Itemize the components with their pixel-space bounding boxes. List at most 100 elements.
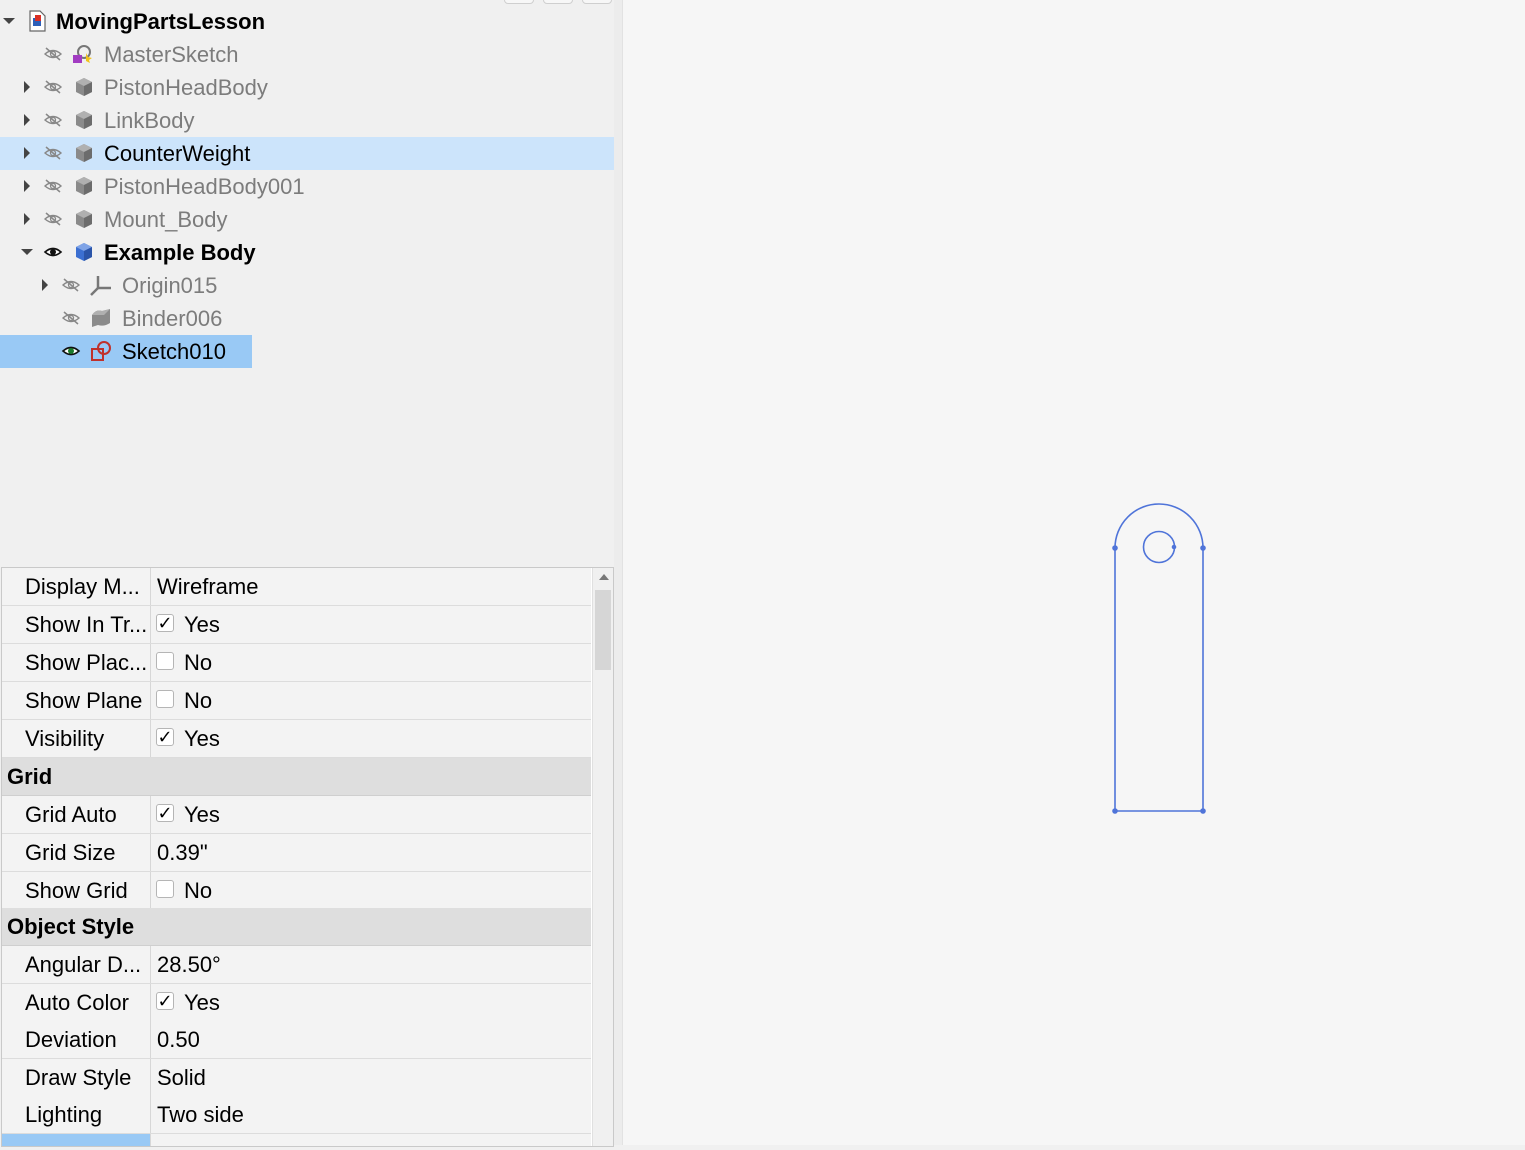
- property-name: Deviation: [25, 1027, 117, 1052]
- checkbox-unchecked[interactable]: [156, 690, 174, 708]
- property-value[interactable]: Wireframe: [157, 574, 258, 600]
- property-value[interactable]: 28.50°: [157, 952, 221, 978]
- checkbox-checked[interactable]: ✓: [156, 614, 174, 632]
- property-row[interactable]: Visibility ✓ Yes: [2, 720, 591, 758]
- binder-icon: [92, 309, 110, 327]
- property-value: Yes: [184, 612, 220, 637]
- property-row[interactable]: Grid Size 0.39": [2, 834, 591, 872]
- property-value[interactable]: Solid: [157, 1065, 206, 1091]
- body-icon: [76, 144, 92, 162]
- property-group-object-style[interactable]: Object Style: [2, 908, 591, 946]
- tree-item-sketch[interactable]: Sketch010: [0, 335, 614, 368]
- property-row[interactable]: Deviation 0.50: [2, 1021, 591, 1059]
- property-value[interactable]: 0.50: [157, 1027, 200, 1053]
- document-icon: [29, 10, 46, 32]
- expand-arrow-icon[interactable]: [24, 114, 30, 126]
- property-row[interactable]: Grid Auto ✓ Yes: [2, 796, 591, 834]
- checkbox-checked[interactable]: ✓: [156, 992, 174, 1010]
- checkbox-unchecked[interactable]: [156, 652, 174, 670]
- tree-item-mount-body[interactable]: Mount_Body: [0, 203, 614, 236]
- sketch-icon: [91, 341, 111, 361]
- eye-hidden-icon[interactable]: [43, 111, 63, 129]
- eye-hidden-icon[interactable]: [43, 177, 63, 195]
- property-value: Yes: [184, 726, 220, 751]
- property-row[interactable]: Draw Style Solid: [2, 1059, 591, 1097]
- property-value: No: [184, 688, 213, 713]
- property-name: Show Grid: [25, 878, 128, 903]
- eye-hidden-icon[interactable]: [61, 309, 81, 327]
- checkbox-checked[interactable]: ✓: [156, 804, 174, 822]
- tree-item-label: CounterWeight: [104, 141, 251, 166]
- scroll-up-icon[interactable]: [599, 574, 609, 580]
- active-body-icon: [76, 243, 92, 261]
- property-row[interactable]: Display M... Wireframe: [2, 568, 591, 606]
- collapse-arrow-icon[interactable]: [21, 249, 33, 255]
- checkbox-checked[interactable]: ✓: [156, 728, 174, 746]
- property-name: Show In Tr...: [25, 612, 148, 637]
- property-name: Show Plane: [25, 688, 143, 713]
- property-group-grid[interactable]: Grid: [2, 758, 591, 796]
- property-row-selected[interactable]: [2, 1134, 591, 1146]
- property-value: No: [184, 878, 213, 903]
- tree-item-master-sketch[interactable]: MasterSketch: [0, 38, 614, 71]
- body-icon: [76, 78, 92, 96]
- property-scrollbar[interactable]: [592, 568, 613, 1146]
- tree-item-label: Sketch010: [122, 339, 226, 364]
- sketch-vertices: [1112, 544, 1206, 814]
- eye-hidden-icon[interactable]: [61, 276, 81, 294]
- body-icon: [76, 177, 92, 195]
- tree-item-origin[interactable]: Origin015: [0, 269, 614, 302]
- eye-hidden-icon[interactable]: [43, 210, 63, 228]
- property-row[interactable]: Show Plac... No: [2, 644, 591, 682]
- property-row[interactable]: Show Plane No: [2, 682, 591, 720]
- property-group-label: Grid: [7, 764, 53, 789]
- checkbox-unchecked[interactable]: [156, 880, 174, 898]
- origin-icon: [90, 276, 111, 296]
- property-value: Yes: [184, 802, 220, 827]
- eye-visible-icon[interactable]: [61, 342, 81, 360]
- property-row[interactable]: Show In Tr... ✓ Yes: [2, 606, 591, 644]
- sketch-hole: [1142, 530, 1176, 564]
- property-name: Lighting: [25, 1102, 103, 1127]
- expand-arrow-icon[interactable]: [24, 81, 30, 93]
- scrollbar-thumb[interactable]: [595, 590, 611, 670]
- tree-item-label: Mount_Body: [104, 207, 228, 232]
- eye-hidden-icon[interactable]: [43, 78, 63, 96]
- collapse-arrow-icon[interactable]: [3, 18, 15, 24]
- left-panel: MovingPartsLesson MasterSketch PistonHea…: [0, 0, 622, 1147]
- property-row[interactable]: Lighting Two side: [2, 1096, 591, 1134]
- tree-item-piston-head-body-001[interactable]: PistonHeadBody001: [0, 170, 614, 203]
- tree-item-binder[interactable]: Binder006: [0, 302, 614, 335]
- expand-arrow-icon[interactable]: [24, 213, 30, 225]
- property-name: Angular D...: [25, 952, 142, 977]
- eye-hidden-icon[interactable]: [43, 45, 63, 63]
- tree-item-label: PistonHeadBody: [104, 75, 268, 100]
- body-icon: [76, 111, 92, 129]
- property-name: Display M...: [25, 574, 140, 599]
- 3d-viewport[interactable]: [623, 0, 1525, 1145]
- tree-item-example-body[interactable]: Example Body: [0, 236, 614, 269]
- tree-item-label: Example Body: [104, 240, 256, 265]
- panel-splitter[interactable]: [614, 0, 623, 1145]
- expand-arrow-icon[interactable]: [42, 279, 48, 291]
- property-value[interactable]: 0.39": [157, 840, 208, 866]
- property-group-label: Object Style: [7, 914, 135, 939]
- tree-item-label: Origin015: [122, 273, 218, 298]
- body-icon: [76, 210, 92, 228]
- property-value[interactable]: Two side: [157, 1102, 244, 1128]
- expand-arrow-icon[interactable]: [24, 147, 30, 159]
- property-name: Grid Size: [25, 840, 116, 865]
- property-name: Auto Color: [25, 990, 129, 1015]
- tree-item-piston-head-body[interactable]: PistonHeadBody: [0, 71, 614, 104]
- property-row[interactable]: Show Grid No: [2, 872, 591, 910]
- property-value: Yes: [184, 990, 220, 1015]
- tree-item-link-body[interactable]: LinkBody: [0, 104, 614, 137]
- property-row[interactable]: Auto Color ✓ Yes: [2, 984, 591, 1022]
- tree-item-document[interactable]: MovingPartsLesson: [0, 5, 614, 38]
- expand-arrow-icon[interactable]: [24, 180, 30, 192]
- eye-hidden-icon[interactable]: [43, 144, 63, 162]
- property-name: Visibility: [25, 726, 105, 751]
- tree-item-counter-weight[interactable]: CounterWeight: [0, 137, 614, 170]
- eye-visible-icon[interactable]: [43, 243, 63, 261]
- property-row[interactable]: Angular D... 28.50°: [2, 946, 591, 984]
